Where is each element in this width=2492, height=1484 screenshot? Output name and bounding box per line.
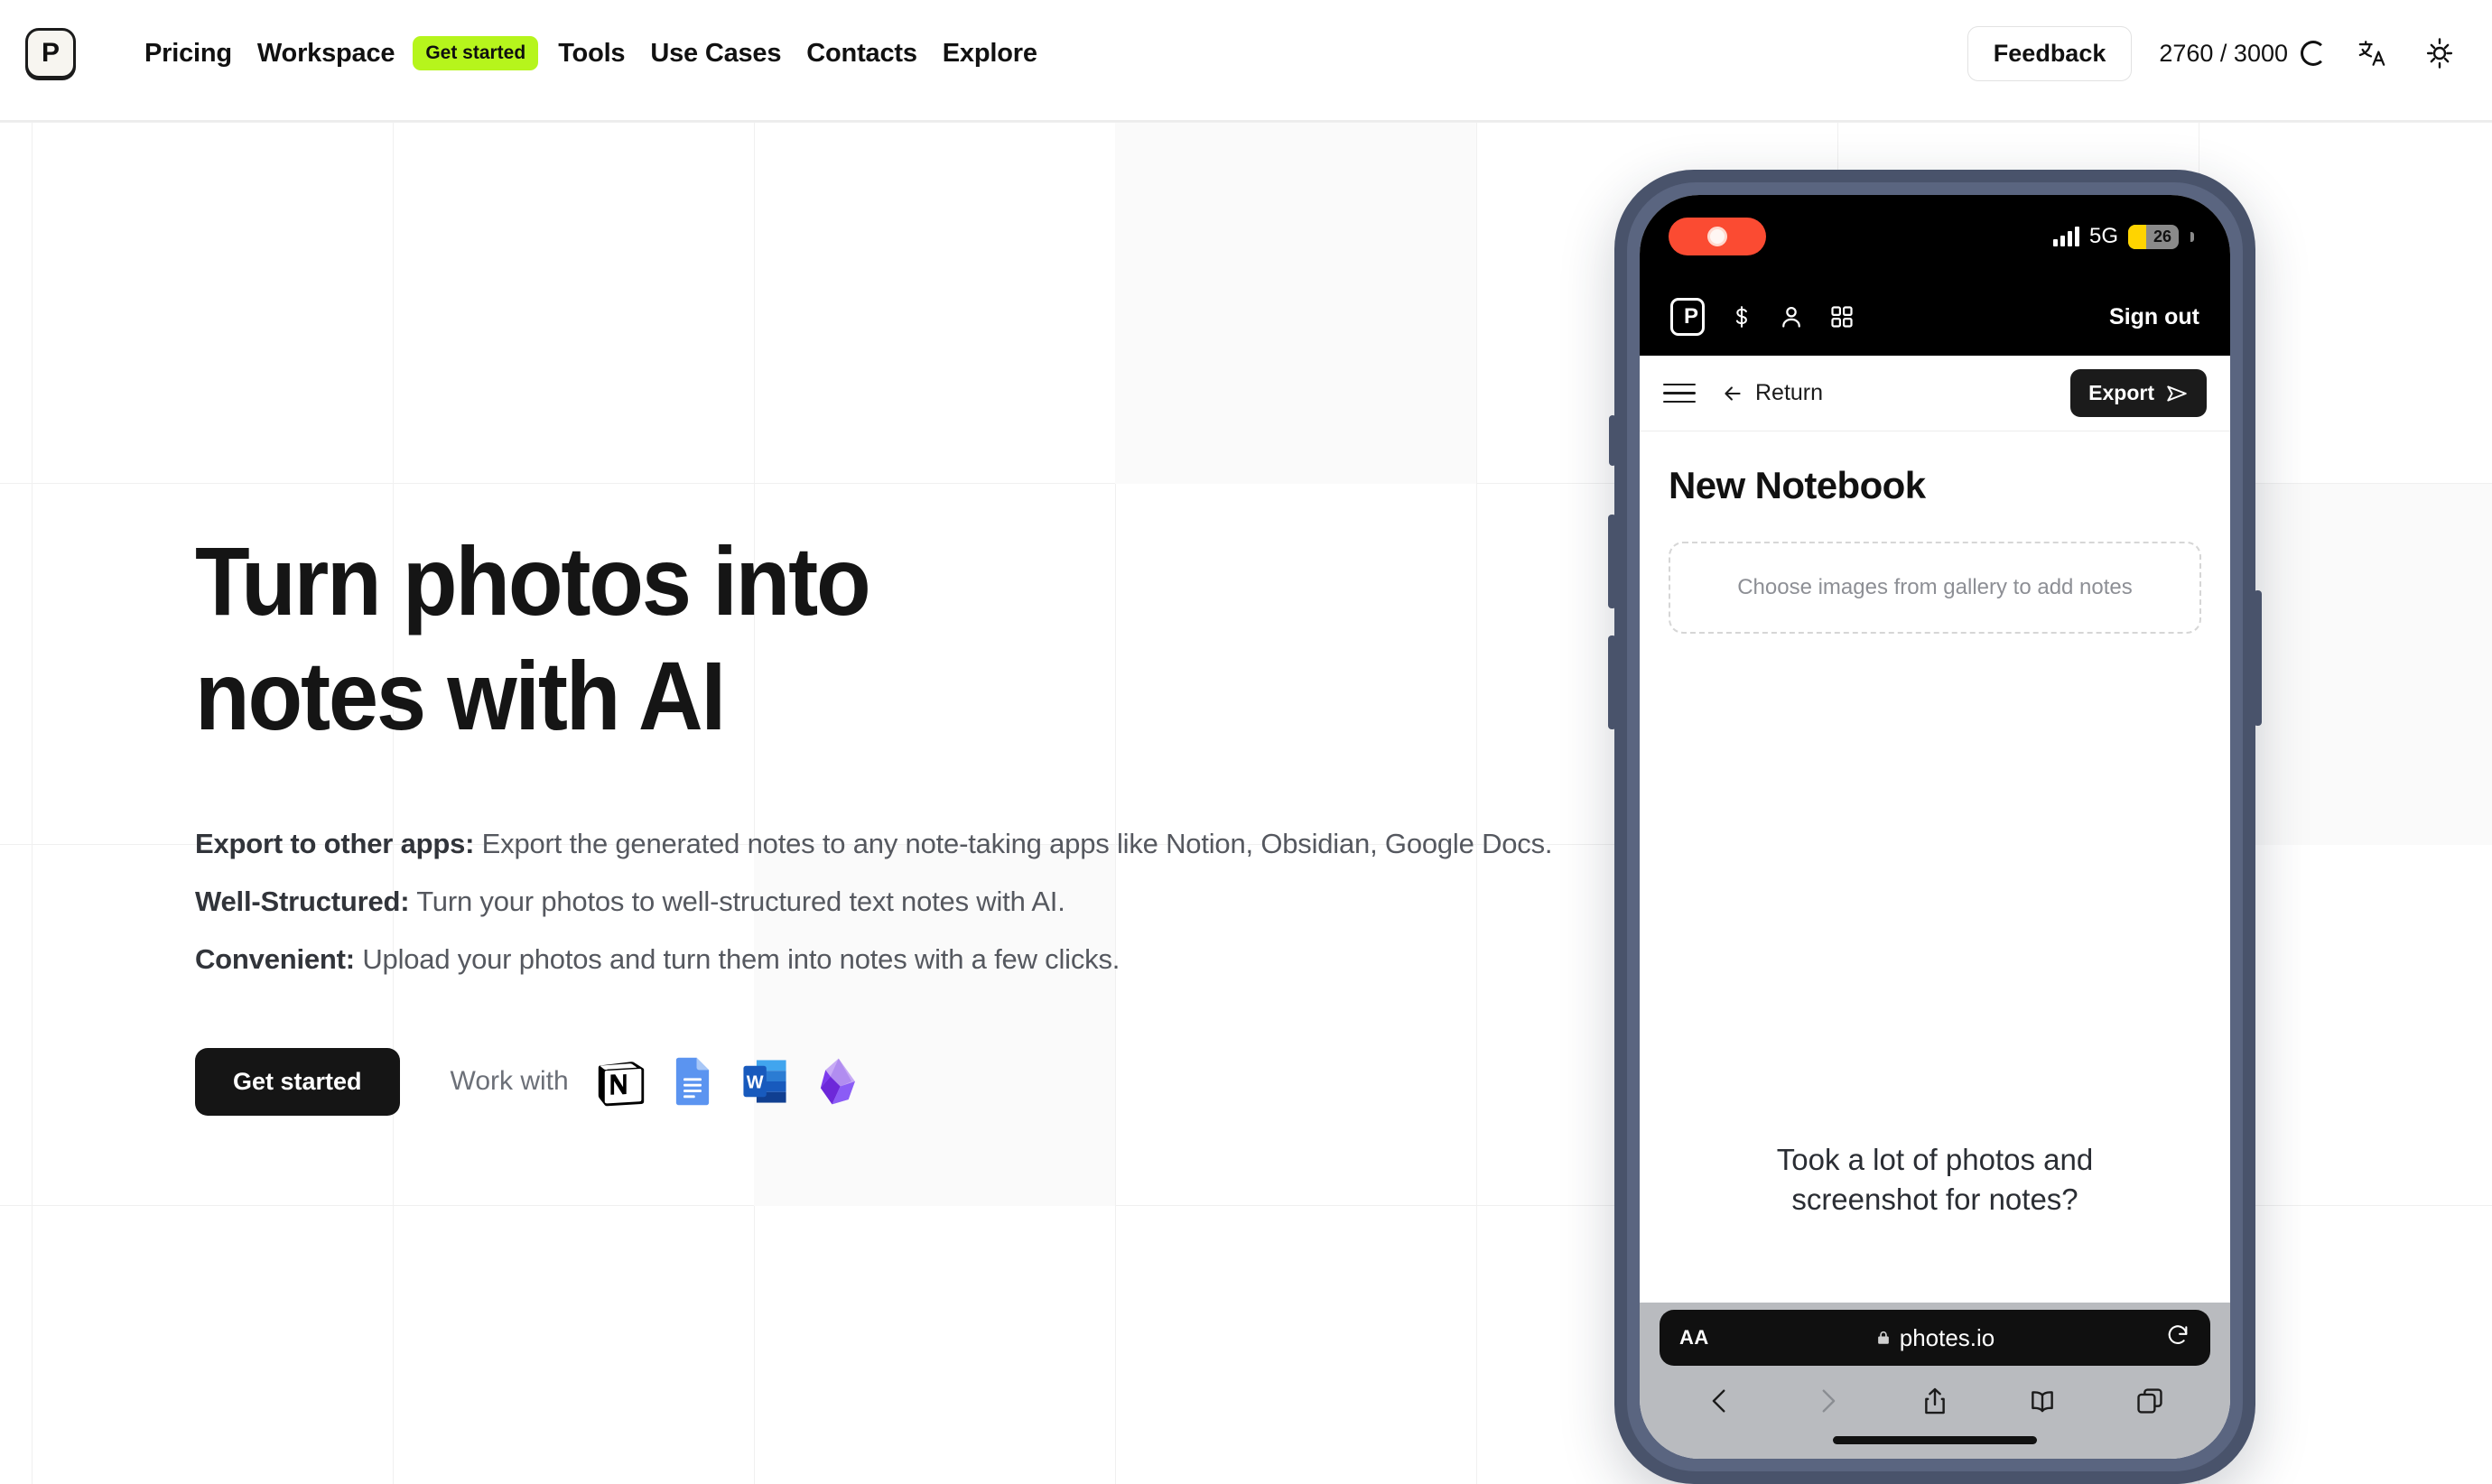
- forward-icon[interactable]: [1812, 1386, 1843, 1416]
- landing-page: P Pricing Workspace Get started Tools Us…: [0, 0, 2492, 1484]
- app-content: New Notebook Choose images from gallery …: [1640, 431, 2230, 1303]
- safari-url-bar[interactable]: AA photes.io: [1660, 1310, 2210, 1366]
- dropzone-text: Choose images from gallery to add notes: [1737, 575, 2133, 599]
- dollar-icon[interactable]: [1730, 303, 1753, 330]
- status-bar-right: 5G 26: [2052, 224, 2194, 249]
- send-icon: [2167, 385, 2187, 402]
- svg-text:W: W: [746, 1073, 763, 1093]
- feature-convenient-label: Convenient:: [195, 942, 355, 975]
- feature-export-text: Export the generated notes to any note-t…: [474, 827, 1553, 859]
- export-button[interactable]: Export: [2070, 369, 2207, 417]
- signal-strength-icon: [2052, 227, 2079, 246]
- feature-export: Export to other apps: Export the generat…: [195, 815, 1640, 873]
- feature-export-label: Export to other apps:: [195, 827, 475, 859]
- nav-get-started-badge[interactable]: Get started: [413, 36, 539, 70]
- phone-mockup: 5G 26 P Sign out Return Export New Noteb…: [1608, 170, 2262, 1484]
- battery-level-label: 26: [2153, 227, 2171, 246]
- promo-text: Took a lot of photos and screenshot for …: [1669, 1140, 2201, 1220]
- brand-logo[interactable]: P: [25, 28, 76, 79]
- obsidian-icon[interactable]: [811, 1055, 863, 1108]
- battery-icon: 26: [2128, 224, 2179, 249]
- tabs-icon[interactable]: [2134, 1386, 2165, 1416]
- promo-line-2: screenshot for notes?: [1791, 1183, 2078, 1217]
- nav-item-pricing[interactable]: Pricing: [132, 30, 245, 78]
- feature-structured: Well-Structured: Turn your photos to wel…: [195, 873, 1640, 931]
- credit-quota: 2760 / 3000: [2159, 40, 2326, 68]
- hero-feature-list: Export to other apps: Export the generat…: [195, 815, 1640, 988]
- grid-tint-cell: [1115, 123, 1476, 484]
- nav-item-tools[interactable]: Tools: [545, 30, 637, 78]
- sign-out-button[interactable]: Sign out: [2109, 304, 2199, 330]
- feature-structured-label: Well-Structured:: [195, 885, 410, 917]
- hero-cta-row: Get started Work with W: [195, 1047, 1640, 1116]
- export-label: Export: [2088, 381, 2154, 404]
- feedback-button[interactable]: Feedback: [1967, 25, 2133, 81]
- phone-power-button[interactable]: [2254, 590, 2262, 726]
- app-topbar-icons: [1730, 303, 1855, 330]
- return-label: Return: [1755, 380, 1824, 405]
- notebook-title: New Notebook: [1669, 464, 1926, 506]
- battery-tip: [2190, 231, 2194, 242]
- url-display: photes.io: [1660, 1324, 2210, 1352]
- google-docs-icon[interactable]: [666, 1055, 719, 1108]
- feature-convenient: Convenient: Upload your photos and turn …: [195, 931, 1640, 988]
- share-icon[interactable]: [1920, 1386, 1950, 1416]
- safari-bottom-bar: AA photes.io: [1640, 1303, 2230, 1459]
- screen-recording-pill: [1669, 218, 1766, 255]
- nav-item-explore[interactable]: Explore: [930, 30, 1050, 78]
- arrow-left-icon: [1725, 385, 1741, 401]
- nav-item-use-cases[interactable]: Use Cases: [637, 30, 794, 78]
- url-text: photes.io: [1899, 1323, 1995, 1351]
- main-navigation: Pricing Workspace Get started Tools Use …: [132, 30, 1050, 78]
- phone-volume-up-button[interactable]: [1608, 515, 1616, 608]
- hero-title: Turn photos into notes with AI: [195, 524, 1524, 754]
- bookmarks-icon[interactable]: [2027, 1386, 2058, 1416]
- phone-volume-down-button[interactable]: [1608, 635, 1616, 729]
- app-logo[interactable]: P: [1670, 298, 1705, 336]
- hero-section: Turn photos into notes with AI Export to…: [195, 524, 1640, 1116]
- nav-item-contacts[interactable]: Contacts: [794, 30, 929, 78]
- phone-silent-switch[interactable]: [1609, 415, 1616, 466]
- app-nav-bar: Return Export: [1640, 356, 2230, 431]
- hero-title-line-1: Turn photos into: [195, 526, 871, 635]
- translate-icon[interactable]: [2353, 33, 2393, 73]
- brand-logo-letter: P: [41, 38, 60, 68]
- sun-icon[interactable]: [2420, 33, 2459, 73]
- credit-quota-text: 2760 / 3000: [2159, 39, 2288, 67]
- safari-toolbar: [1640, 1366, 2230, 1425]
- notion-icon[interactable]: [594, 1055, 646, 1108]
- app-logo-letter: P: [1683, 304, 1698, 329]
- user-icon[interactable]: [1779, 303, 1804, 330]
- nav-item-workspace[interactable]: Workspace: [245, 30, 407, 78]
- integration-icons: W: [594, 1055, 863, 1108]
- home-indicator: [1833, 1436, 2037, 1444]
- phone-frame: 5G 26 P Sign out Return Export New Noteb…: [1608, 170, 2262, 1484]
- work-with-label: Work with: [450, 1066, 569, 1097]
- get-started-button[interactable]: Get started: [195, 1047, 400, 1116]
- feature-structured-text: Turn your photos to well-structured text…: [409, 885, 1065, 917]
- grid-icon[interactable]: [1829, 304, 1855, 329]
- promo-line-1: Took a lot of photos and: [1776, 1143, 2094, 1177]
- return-button[interactable]: Return: [1721, 380, 1823, 406]
- loading-spinner-icon: [2301, 41, 2326, 66]
- image-dropzone[interactable]: Choose images from gallery to add notes: [1669, 542, 2201, 634]
- hamburger-icon[interactable]: [1663, 383, 1696, 403]
- app-top-bar: P Sign out: [1640, 278, 2230, 356]
- phone-screen: 5G 26 P Sign out Return Export New Noteb…: [1640, 195, 2230, 1459]
- microsoft-word-icon[interactable]: W: [739, 1055, 791, 1108]
- header-actions: Feedback 2760 / 3000: [1967, 25, 2459, 81]
- recording-dot-icon: [1707, 227, 1727, 246]
- lock-icon: [1877, 1331, 1889, 1344]
- network-type-label: 5G: [2088, 224, 2118, 248]
- hero-title-line-2: notes with AI: [195, 641, 726, 751]
- feature-convenient-text: Upload your photos and turn them into no…: [354, 942, 1120, 975]
- site-header: P Pricing Workspace Get started Tools Us…: [0, 0, 2492, 107]
- ios-status-bar: 5G 26: [1640, 195, 2230, 278]
- back-icon[interactable]: [1705, 1386, 1735, 1416]
